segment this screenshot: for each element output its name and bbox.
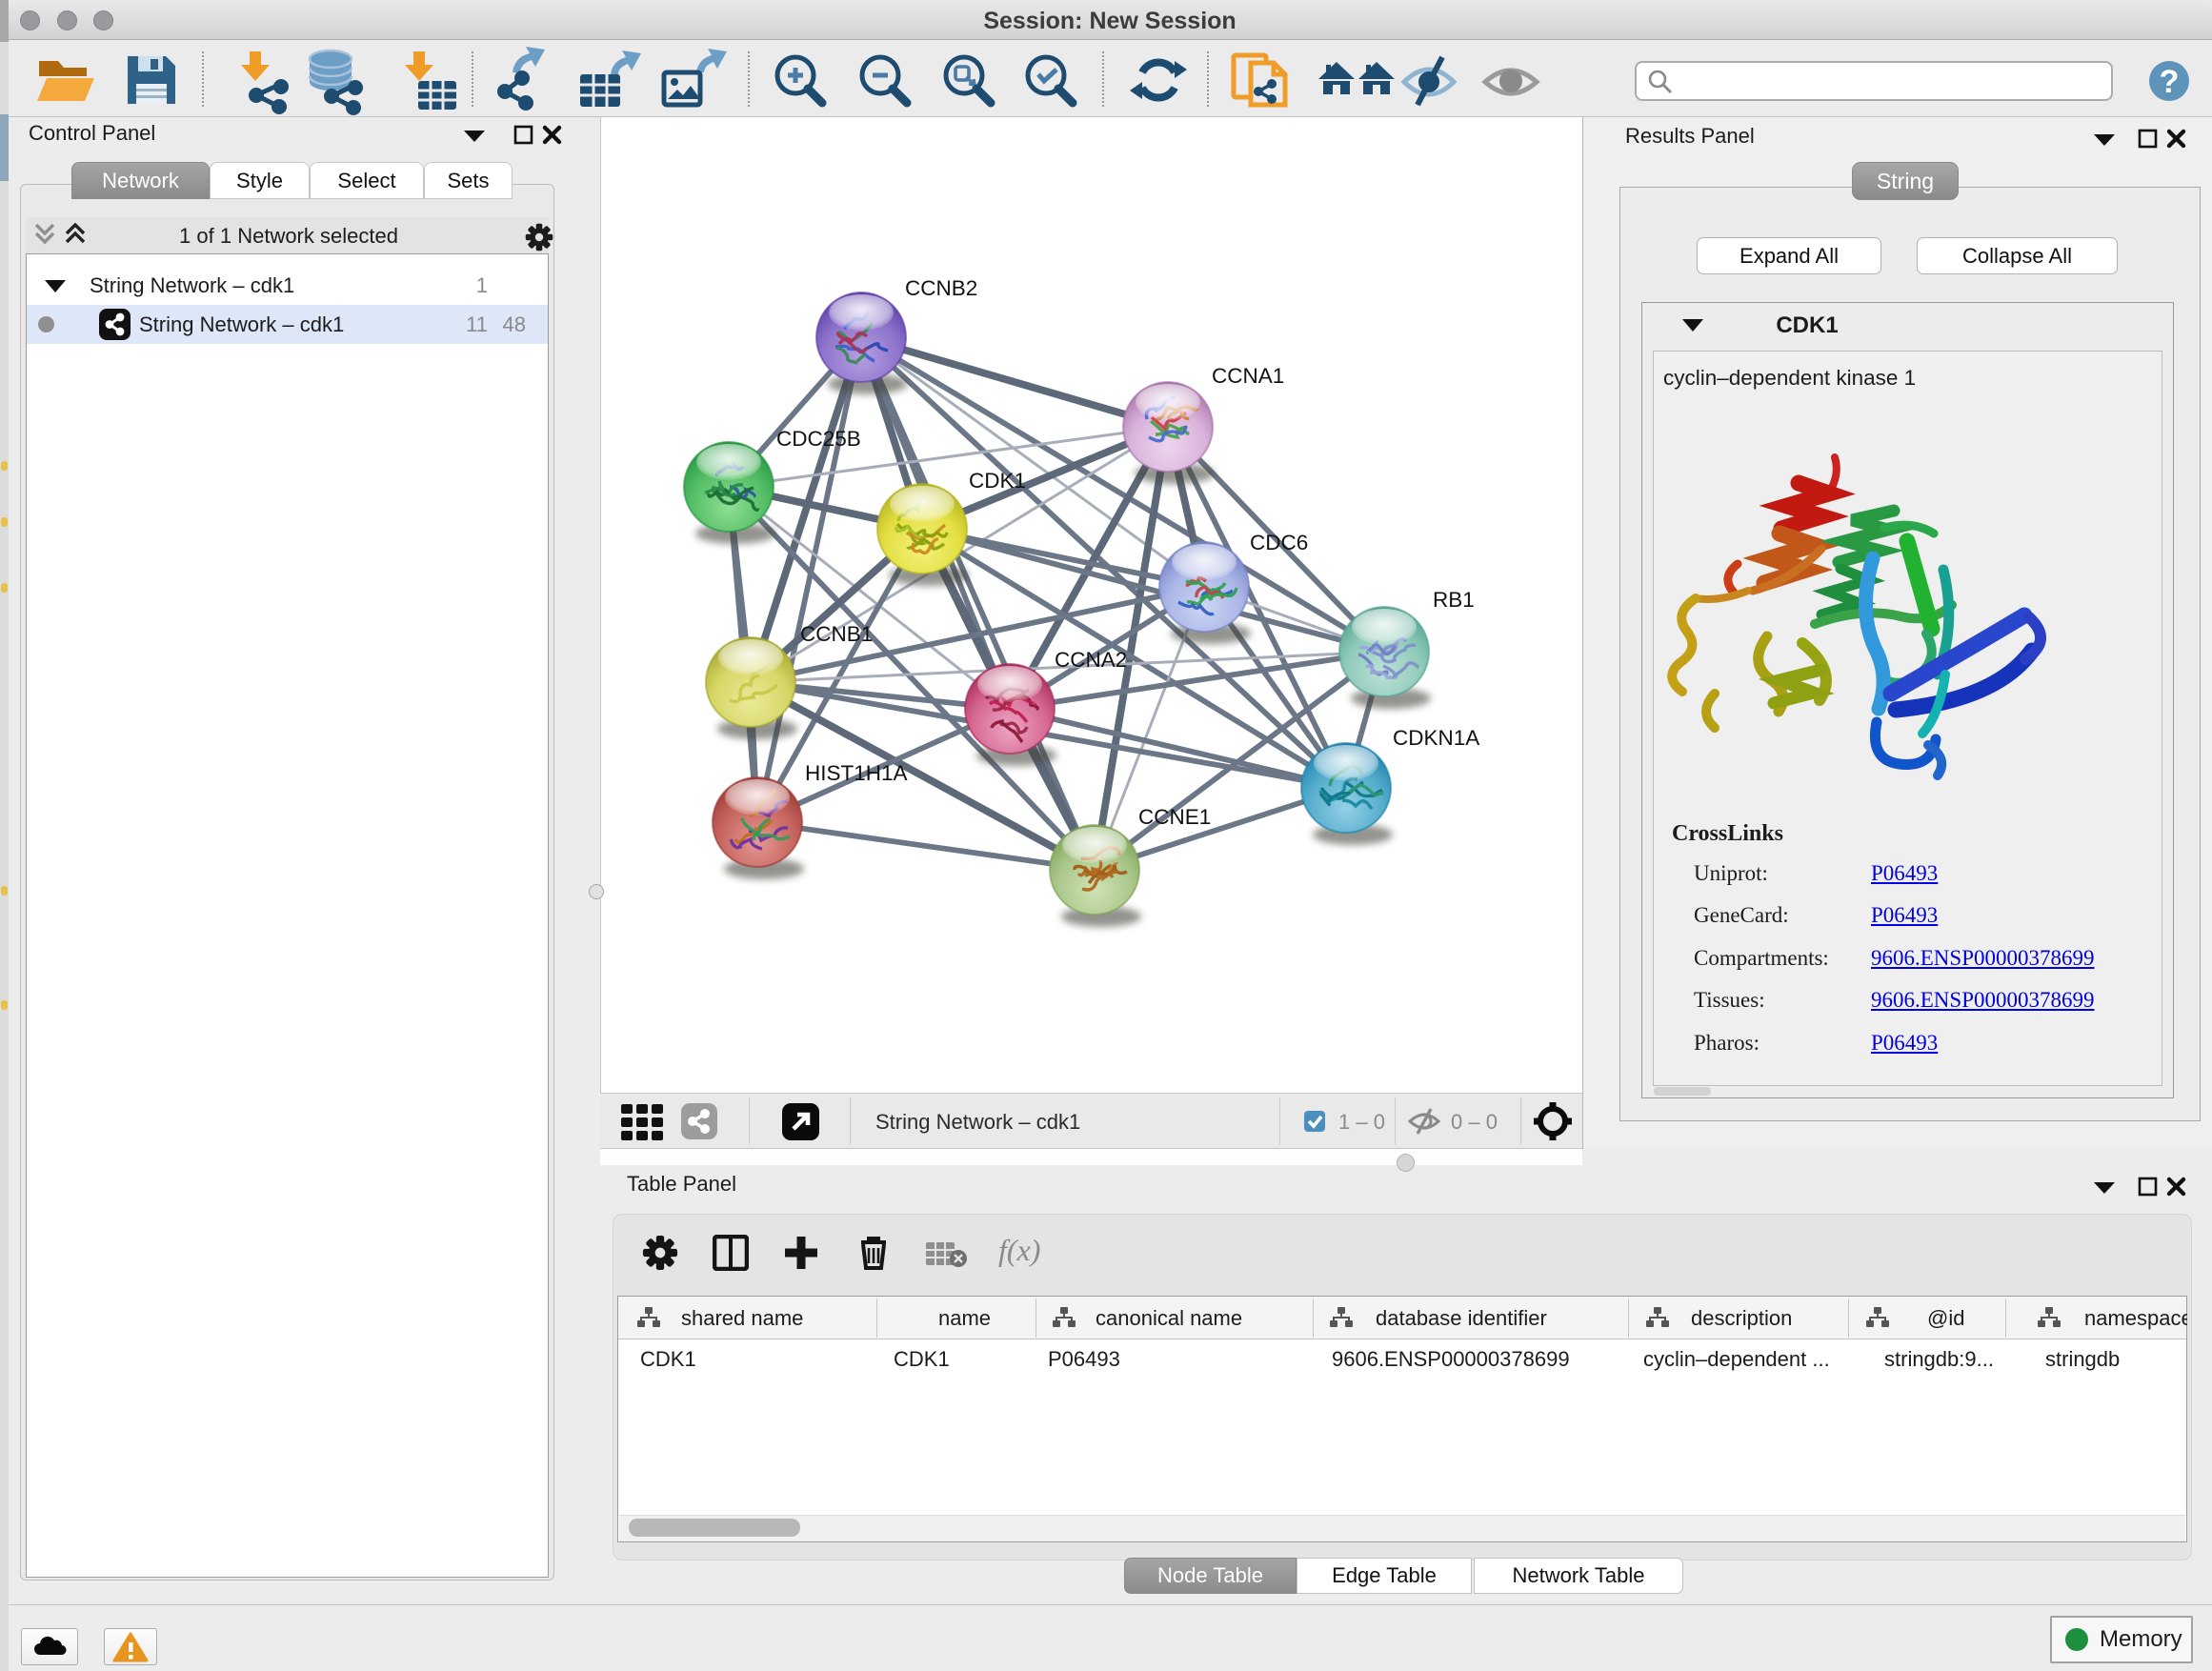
svg-text:CCNB2: CCNB2 [905, 276, 977, 300]
svg-text:CDK1: CDK1 [969, 469, 1026, 493]
svg-text:CCNA1: CCNA1 [1212, 364, 1284, 388]
svg-text:HIST1H1A: HIST1H1A [805, 761, 908, 785]
svg-text:RB1: RB1 [1433, 588, 1475, 612]
svg-text:CDKN1A: CDKN1A [1393, 726, 1479, 750]
svg-text:CCNA2: CCNA2 [1055, 648, 1127, 672]
svg-text:CDC6: CDC6 [1250, 531, 1308, 554]
svg-text:CCNB1: CCNB1 [800, 622, 873, 646]
svg-text:CCNE1: CCNE1 [1138, 805, 1211, 829]
svg-text:CDC25B: CDC25B [776, 427, 861, 451]
